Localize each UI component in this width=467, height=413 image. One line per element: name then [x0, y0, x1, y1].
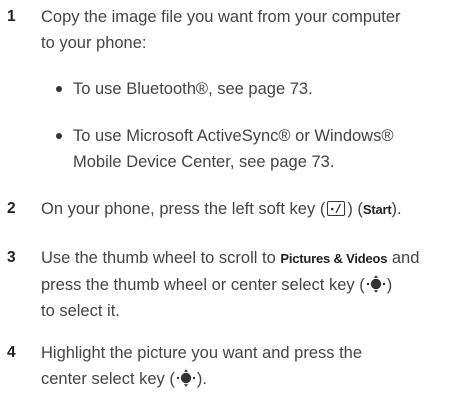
step-text-segment: and	[387, 249, 420, 267]
step-text-line: press the thumb wheel or center select k…	[41, 272, 461, 298]
bullet-icon	[56, 86, 62, 92]
center-select-key-icon	[176, 369, 196, 387]
step-text: Use the thumb wheel to scroll to Picture…	[41, 245, 461, 324]
bullet-text-line: To use Microsoft ActiveSync® or Windows®	[73, 127, 394, 145]
step-text-line: to select it.	[41, 302, 120, 320]
step-text: Highlight the picture you want and press…	[41, 340, 461, 392]
step-number: 1	[7, 8, 16, 25]
step-text-line: Highlight the picture you want and press…	[41, 344, 363, 362]
step-number: 4	[7, 344, 16, 361]
pictures-videos-label: Pictures & Videos	[280, 251, 388, 266]
bullet-text-line: Mobile Device Center, see page 73.	[73, 153, 335, 171]
bullet-icon	[56, 133, 62, 139]
step-text-segment: ).	[391, 200, 402, 218]
bullet-text-line: To use Bluetooth®, see page 73.	[73, 80, 313, 98]
bullet-text: To use Microsoft ActiveSync® or Windows®…	[73, 123, 461, 175]
step-number: 2	[7, 200, 16, 217]
step-text: Copy the image file you want from your c…	[41, 4, 461, 56]
step-text-line: Copy the image file you want from your c…	[41, 8, 401, 26]
step-text-line: center select key ().	[41, 366, 461, 392]
center-select-key-icon	[366, 275, 385, 293]
left-soft-key-icon	[327, 201, 346, 216]
step-text-segment: Use the thumb wheel to scroll to	[41, 249, 281, 267]
manual-page: 1 Copy the image file you want from your…	[0, 0, 467, 413]
step-text-line: to your phone:	[41, 34, 147, 52]
bullet-text: To use Bluetooth®, see page 73.	[73, 76, 461, 102]
step-text-line: Use the thumb wheel to scroll to Picture…	[41, 245, 461, 272]
step-number: 3	[7, 249, 16, 266]
step-text-segment: press the thumb wheel or center select k…	[41, 276, 365, 294]
step-text-segment: ).	[196, 370, 207, 388]
step-text: On your phone, press the left soft key (…	[41, 196, 461, 223]
step-text-segment: center select key (	[41, 370, 175, 388]
step-text-segment: ) (	[347, 200, 363, 218]
start-key-label: Start	[362, 202, 392, 217]
step-text-segment: On your phone, press the left soft key (	[41, 200, 326, 218]
step-text-segment: )	[386, 276, 393, 294]
step-text-line: On your phone, press the left soft key (…	[41, 196, 461, 223]
